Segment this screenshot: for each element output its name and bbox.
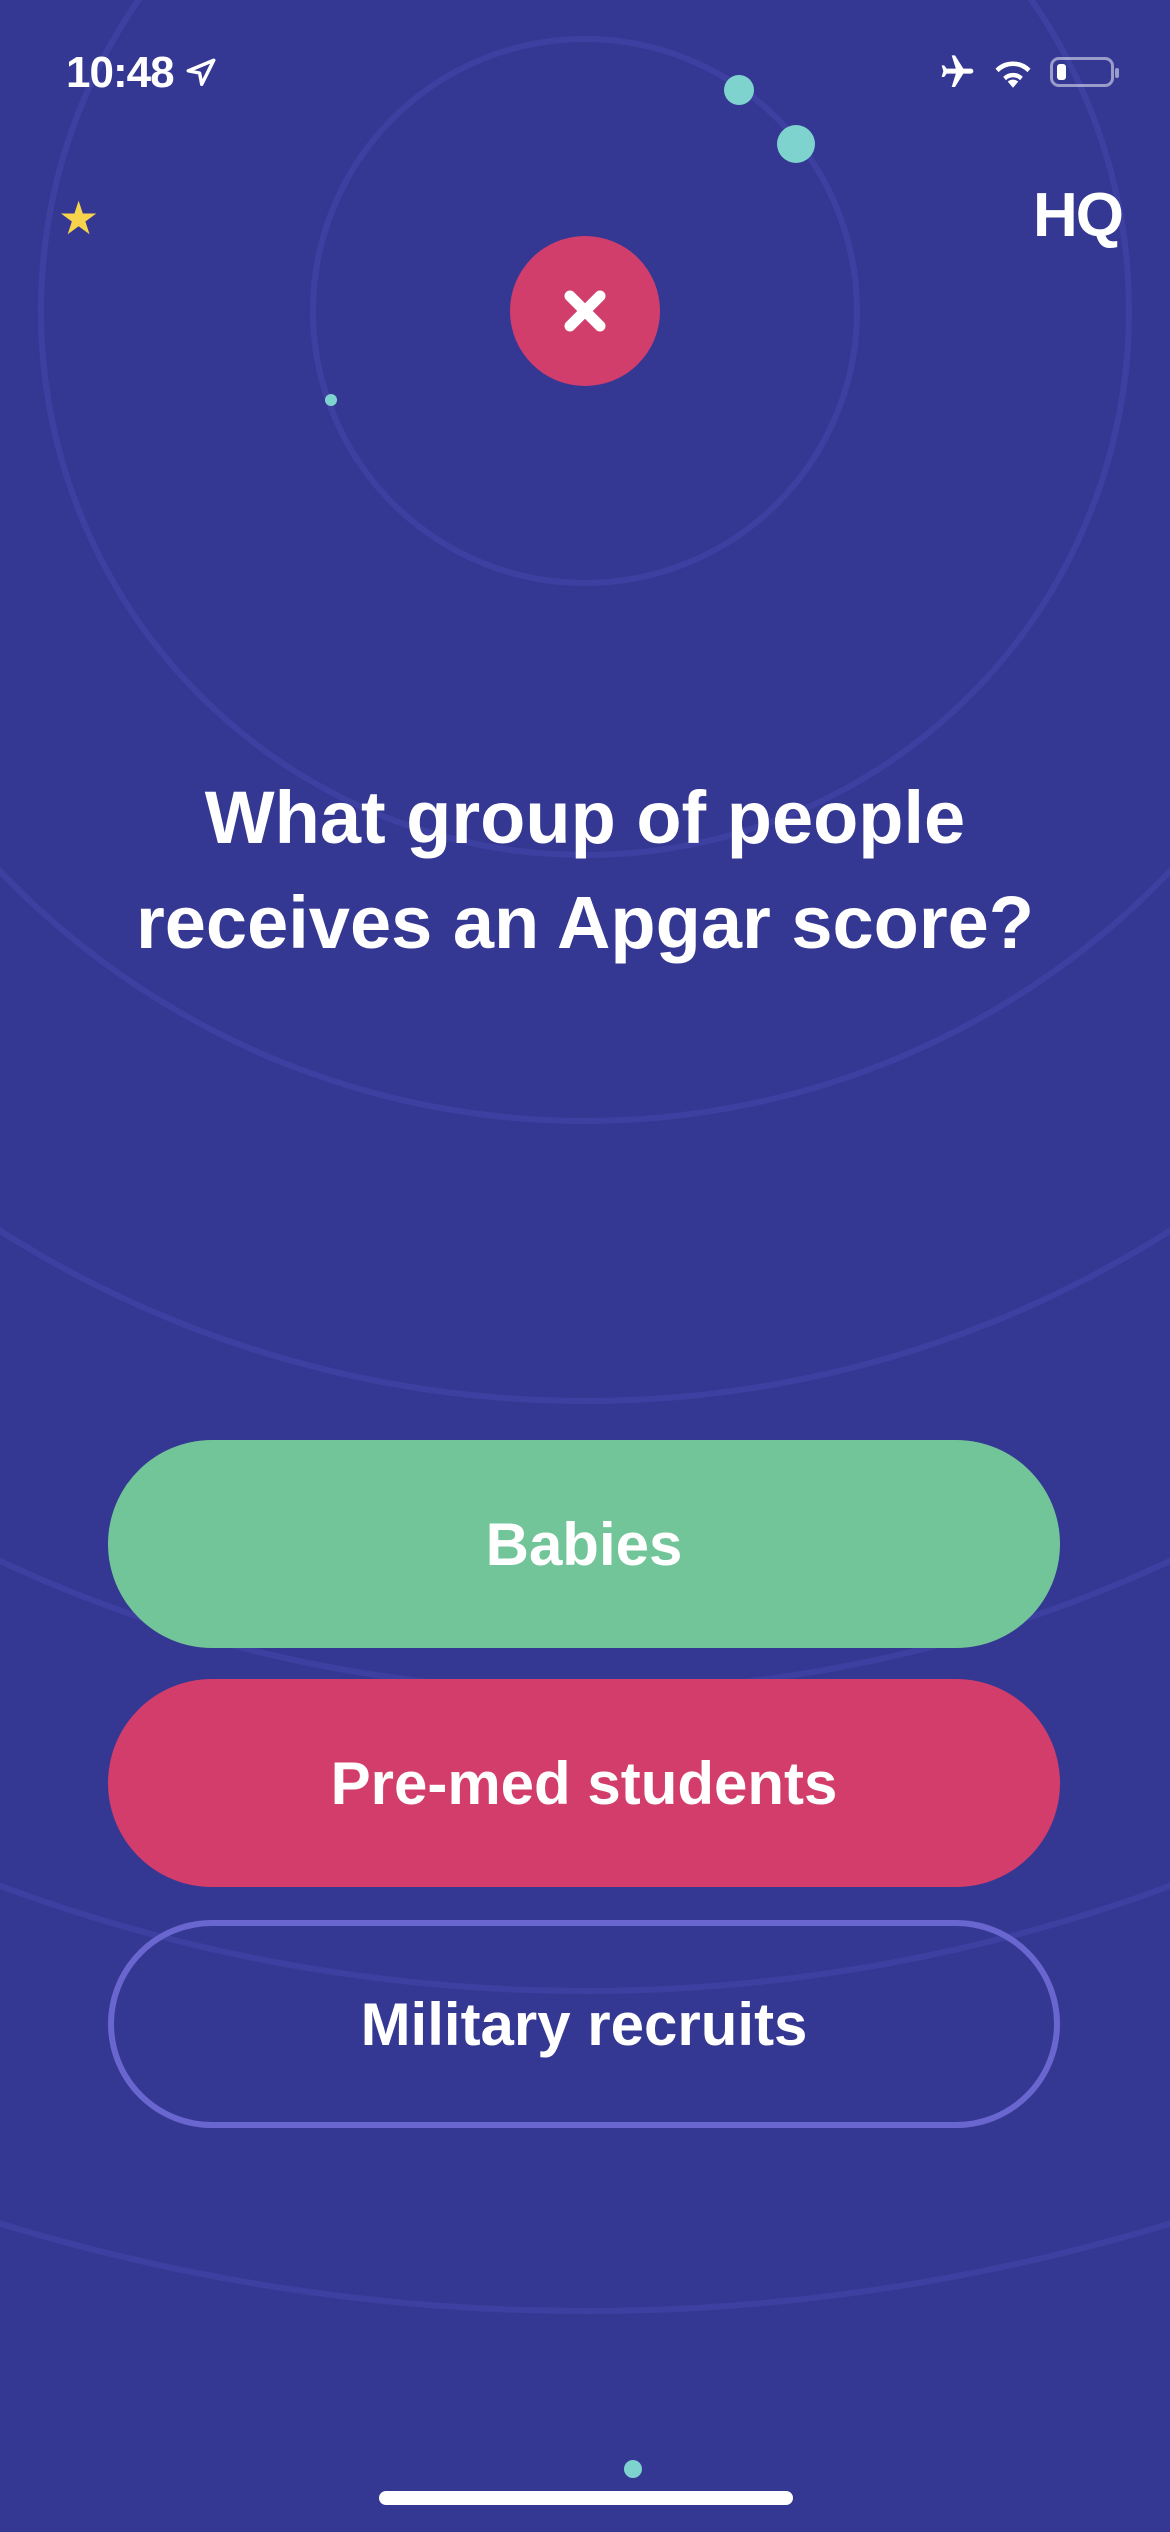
location-arrow-icon [186, 58, 215, 87]
decorative-dot [325, 394, 337, 406]
wifi-icon [995, 61, 1031, 88]
decorative-dot [724, 75, 754, 105]
answer-label: Military recruits [360, 1990, 808, 2058]
answer-label: Babies [485, 1510, 683, 1578]
star-icon[interactable]: ★ [58, 195, 99, 241]
answer-option-selected-wrong[interactable]: Pre-med students [108, 1679, 1060, 1887]
answer-option[interactable]: Military recruits [108, 1920, 1060, 2128]
home-indicator[interactable] [379, 2491, 793, 2505]
status-icons [934, 52, 1119, 92]
x-icon [564, 290, 606, 332]
answer-option-correct[interactable]: Babies [108, 1440, 1060, 1648]
decorative-dot [777, 125, 815, 163]
time: 10:48 [66, 48, 175, 97]
airplane-icon [941, 55, 974, 87]
wrong-answer-badge [510, 236, 660, 386]
question-text: What group of people receives an Apgar s… [135, 776, 1035, 964]
hq-logo: HQ [1033, 181, 1124, 250]
battery-icon [1050, 57, 1119, 87]
answer-label: Pre-med students [330, 1749, 838, 1817]
status-bar-time: 10:48 [66, 48, 218, 98]
page-indicator-dot [624, 2460, 642, 2478]
